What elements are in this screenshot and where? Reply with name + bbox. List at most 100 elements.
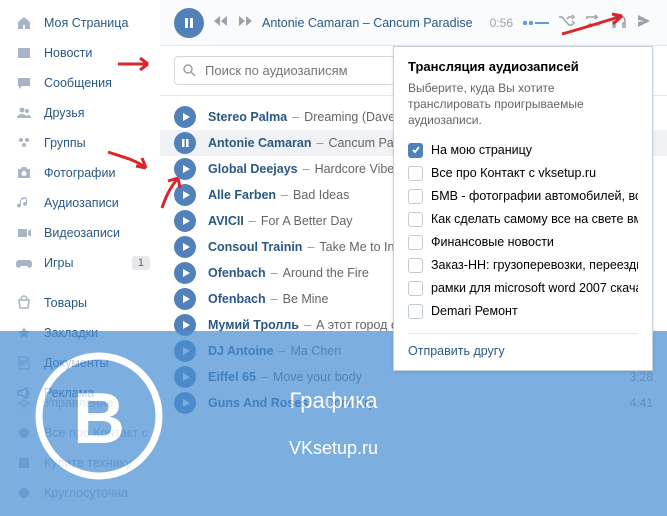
checkbox-icon[interactable] — [408, 235, 423, 250]
track-play-button[interactable] — [174, 236, 196, 258]
broadcast-option[interactable]: БМВ - фотографии автомобилей, все п... — [408, 185, 638, 208]
sidebar-item-docs[interactable]: Документы — [0, 348, 160, 378]
broadcast-option[interactable]: На мою страницу — [408, 139, 638, 162]
search-icon — [182, 63, 196, 80]
track-play-button[interactable] — [174, 340, 196, 362]
option-label: Demari Ремонт — [431, 304, 518, 318]
player-bar: Antonie Camaran – Cancum Paradise 0:56 — [160, 0, 667, 46]
sidebar-item-label: Новости — [44, 46, 150, 60]
sidebar-item-faded[interactable]: Все про Контакт c — [0, 418, 160, 448]
repeat-icon[interactable] — [585, 14, 601, 31]
track-title: Hardcore Vibes — [315, 162, 401, 176]
track-artist: Eiffel 65 — [208, 370, 256, 384]
sidebar-item-market[interactable]: Товары — [0, 288, 160, 318]
home-icon — [14, 13, 34, 33]
checkbox-icon[interactable] — [408, 304, 423, 319]
option-label: Заказ-НН: грузоперевозки, переезды, ... — [431, 258, 638, 272]
now-playing-title: Cancum Paradise — [373, 16, 472, 30]
track-title: Bad Ideas — [293, 188, 349, 202]
broadcast-icon[interactable] — [637, 14, 653, 31]
next-button[interactable] — [238, 15, 252, 30]
broadcast-option[interactable]: Все про Контакт c vksetup.ru — [408, 162, 638, 185]
sidebar-item-my-page[interactable]: Моя Страница — [0, 8, 160, 38]
gear-icon — [14, 393, 34, 413]
sidebar-item-groups[interactable]: Группы — [0, 128, 160, 158]
sidebar-item-label: Сообщения — [44, 76, 150, 90]
option-label: Как сделать самому все на свете вме... — [431, 212, 638, 226]
play-pause-button[interactable] — [174, 8, 204, 38]
shuffle-icon[interactable] — [559, 14, 575, 31]
sidebar-item-faded[interactable]: Круглосуточна — [0, 478, 160, 508]
checkbox-icon[interactable] — [408, 212, 423, 227]
sidebar-item-messages[interactable]: Сообщения — [0, 68, 160, 98]
games-badge: 1 — [132, 256, 150, 270]
sidebar-item-bookmarks[interactable]: Закладки — [0, 318, 160, 348]
photo-icon — [14, 163, 34, 183]
headphones-icon[interactable] — [611, 14, 627, 31]
track-title: For A Better Day — [261, 214, 353, 228]
option-label: рамки для microsoft word 2007 скачать — [431, 281, 638, 295]
sidebar-item-games[interactable]: Игры1 — [0, 248, 160, 278]
broadcast-option[interactable]: Demari Ремонт — [408, 300, 638, 323]
track-artist: Antonie Camaran — [208, 136, 312, 150]
group-icon — [14, 483, 34, 503]
track-play-button[interactable] — [174, 158, 196, 180]
popup-send-friend-link[interactable]: Отправить другу — [408, 333, 638, 358]
sidebar-item-news[interactable]: Новости — [0, 38, 160, 68]
market-icon — [14, 293, 34, 313]
popup-title: Трансляция аудиозаписей — [408, 59, 638, 74]
broadcast-option[interactable]: Заказ-НН: грузоперевозки, переезды, ... — [408, 254, 638, 277]
sidebar-item-label: Игры — [44, 256, 132, 270]
track-play-button[interactable] — [174, 314, 196, 336]
track-artist: DJ Antoine — [208, 344, 274, 358]
track-info: Eiffel 65–Move your body — [208, 370, 630, 384]
sidebar-item-label: Фотографии — [44, 166, 150, 180]
checkbox-icon[interactable] — [408, 189, 423, 204]
checkbox-icon[interactable] — [408, 143, 423, 158]
sidebar-item-friends[interactable]: Друзья — [0, 98, 160, 128]
broadcast-option[interactable]: Финансовые новости — [408, 231, 638, 254]
checkbox-icon[interactable] — [408, 258, 423, 273]
now-playing-artist: Antonie Camaran — [262, 16, 359, 30]
scrobble-indicator[interactable] — [523, 21, 549, 25]
sidebar-item-photos[interactable]: Фотографии — [0, 158, 160, 188]
broadcast-option[interactable]: Как сделать самому все на свете вме... — [408, 208, 638, 231]
sidebar-item-label: Круглосуточна — [44, 486, 150, 500]
track-play-button[interactable] — [174, 106, 196, 128]
track-play-button[interactable] — [174, 366, 196, 388]
message-icon — [14, 73, 34, 93]
sidebar-item-video[interactable]: Видеозаписи — [0, 218, 160, 248]
prev-button[interactable] — [214, 15, 228, 30]
track-title: Dont Cry — [325, 396, 374, 410]
track-artist: Global Deejays — [208, 162, 298, 176]
group-icon — [14, 423, 34, 443]
player-right-controls — [559, 14, 653, 31]
audio-icon — [14, 193, 34, 213]
now-playing[interactable]: Antonie Camaran – Cancum Paradise — [262, 16, 480, 30]
option-label: На мою страницу — [431, 143, 532, 157]
track-play-button[interactable] — [174, 288, 196, 310]
track-play-button[interactable] — [174, 132, 196, 154]
broadcast-option[interactable]: рамки для microsoft word 2007 скачать — [408, 277, 638, 300]
video-icon — [14, 223, 34, 243]
track-duration: 4:41 — [630, 396, 653, 410]
track-play-button[interactable] — [174, 392, 196, 414]
sidebar-item-label: Группы — [44, 136, 150, 150]
track-title: Around the Fire — [283, 266, 369, 280]
track-play-button[interactable] — [174, 184, 196, 206]
sidebar-item-label: Купите технику — [44, 456, 150, 470]
track-artist: Alle Farben — [208, 188, 276, 202]
track-play-button[interactable] — [174, 262, 196, 284]
track-artist: AVICII — [208, 214, 244, 228]
sidebar-item-manage[interactable]: Управление — [0, 388, 160, 418]
checkbox-icon[interactable] — [408, 166, 423, 181]
sidebar-item-audio[interactable]: Аудиозаписи — [0, 188, 160, 218]
track-row[interactable]: Guns And Roses–Dont Cry4:41 — [160, 390, 667, 416]
sidebar-item-faded[interactable]: Купите технику — [0, 448, 160, 478]
checkbox-icon[interactable] — [408, 281, 423, 296]
track-duration: 3:28 — [630, 370, 653, 384]
sidebar-item-label: Закладки — [44, 326, 150, 340]
track-title: Be Mine — [283, 292, 329, 306]
broadcast-popup: Трансляция аудиозаписей Выберите, куда В… — [393, 46, 653, 371]
track-play-button[interactable] — [174, 210, 196, 232]
